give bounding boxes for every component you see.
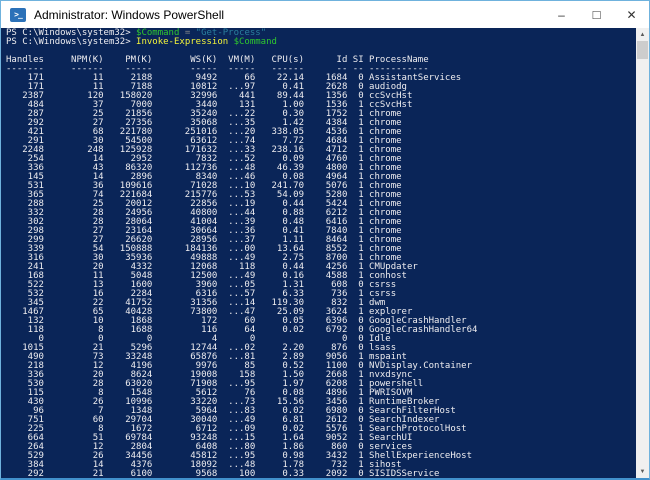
terminal-line: PS C:\Windows\system32> Invoke-Expressio…	[6, 38, 636, 47]
window-title: Administrator: Windows PowerShell	[34, 8, 544, 22]
close-button[interactable]: ✕	[614, 1, 649, 28]
scroll-up-icon[interactable]: ▲	[636, 28, 649, 41]
terminal-text: PS C:\Windows\system32> $Command = "Get-…	[1, 28, 636, 478]
scroll-down-icon[interactable]: ▼	[636, 465, 649, 478]
title-bar[interactable]: >_ Administrator: Windows PowerShell – □…	[1, 1, 649, 28]
scroll-thumb[interactable]	[637, 41, 648, 59]
minimize-button[interactable]: –	[544, 1, 579, 28]
maximize-button[interactable]: □	[579, 1, 614, 28]
powershell-window: >_ Administrator: Windows PowerShell – □…	[0, 0, 650, 480]
console-area[interactable]: PS C:\Windows\system32> $Command = "Get-…	[1, 28, 649, 478]
powershell-icon: >_	[10, 8, 26, 22]
scrollbar-track[interactable]: ▲ ▼	[636, 28, 649, 478]
terminal-line: 292 21 6100 9568 100 0.33 2092 0 SISIDSS…	[6, 470, 636, 478]
